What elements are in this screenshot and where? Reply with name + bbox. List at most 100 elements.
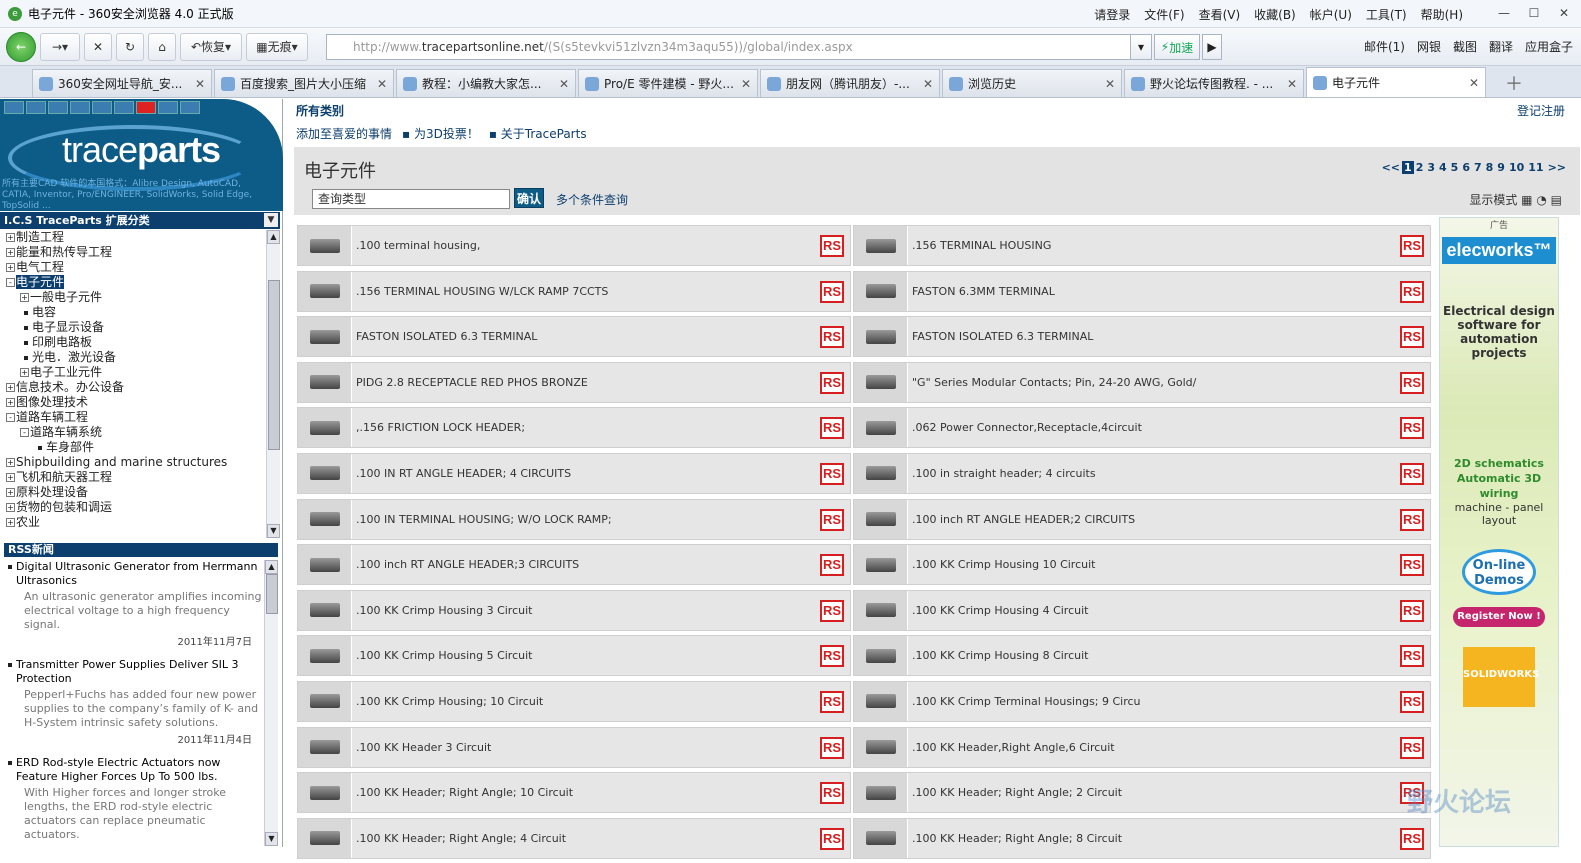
product-name[interactable]: .100 KK Crimp Housing; 10 Circuit [352, 695, 850, 708]
product-card[interactable]: .100 KK Crimp Terminal Housings; 9 Circu… [853, 680, 1431, 722]
tree-item[interactable]: 光电．激光设备 [0, 350, 266, 365]
page-link[interactable]: >> [1546, 161, 1568, 174]
tree-scrollbar[interactable]: ▲ ▼ [266, 230, 280, 538]
product-name[interactable]: .100 KK Crimp Housing 8 Circuit [908, 649, 1430, 662]
product-thumbnail[interactable] [298, 590, 352, 630]
product-name[interactable]: .100 KK Crimp Housing 5 Circuit [352, 649, 850, 662]
expand-icon[interactable]: + [6, 383, 15, 392]
maximize-icon[interactable]: ☐ [1525, 4, 1543, 22]
chevron-down-icon[interactable]: ▼ [264, 213, 278, 227]
browser-tab[interactable]: 野火论坛传图教程. - ... ✕ [1124, 69, 1304, 97]
menu-item[interactable]: 文件(F) [1144, 6, 1184, 23]
toolbar-tool[interactable]: 应用盒子 [1525, 38, 1573, 55]
product-name[interactable]: .100 KK Crimp Terminal Housings; 9 Circu [908, 695, 1430, 708]
rs-logo-icon[interactable]: RS [820, 554, 844, 577]
product-name[interactable]: FASTON ISOLATED 6.3 TERMINAL [352, 330, 850, 343]
collapse-icon[interactable]: - [6, 278, 15, 287]
product-card[interactable]: .100 terminal housing, RS [297, 225, 851, 266]
product-card[interactable]: .100 KK Header; Right Angle; 10 Circuit R… [297, 772, 851, 814]
traceparts-logo[interactable]: traceparts [62, 129, 221, 171]
expand-icon[interactable]: + [20, 293, 29, 302]
rs-logo-icon[interactable]: RS [1400, 736, 1424, 759]
product-name[interactable]: .100 KK Header; Right Angle; 10 Circuit [352, 786, 850, 799]
product-thumbnail[interactable] [854, 362, 908, 402]
product-name[interactable]: .100 KK Crimp Housing 3 Circuit [352, 604, 850, 617]
close-tab-icon[interactable]: ✕ [1105, 77, 1115, 91]
speed-button[interactable]: ⚡ 加速 [1154, 34, 1200, 60]
product-thumbnail[interactable] [298, 226, 352, 265]
rs-logo-icon[interactable]: RS [1400, 554, 1424, 577]
product-card[interactable]: .100 KK Header; Right Angle; 2 Circuit RS [853, 772, 1431, 814]
rss-item-title[interactable]: ERD Rod-style Electric Actuators now Fea… [6, 756, 262, 784]
product-thumbnail[interactable] [298, 271, 352, 311]
product-name[interactable]: .100 inch RT ANGLE HEADER;2 CIRCUITS [908, 513, 1430, 526]
menu-item[interactable]: 帐户(U) [1310, 6, 1352, 23]
tree-item[interactable]: + 能量和热传导工程 [0, 245, 266, 260]
page-link[interactable]: 8 [1484, 161, 1496, 174]
rs-logo-icon[interactable]: RS [820, 736, 844, 759]
tree-item[interactable]: 车身部件 [0, 440, 266, 455]
all-categories-link[interactable]: 所有类别 [296, 104, 344, 118]
rs-logo-icon[interactable]: RS [1400, 645, 1424, 668]
list-view-icon[interactable]: ▤ [1551, 193, 1562, 207]
address-dropdown-icon[interactable]: ▾ [1130, 34, 1152, 60]
product-name[interactable]: .100 KK Header; Right Angle; 2 Circuit [908, 786, 1430, 799]
product-thumbnail[interactable] [298, 727, 352, 767]
online-demos-button[interactable]: On-line Demos [1462, 549, 1536, 595]
tree-item[interactable]: + 电气工程 [0, 260, 266, 275]
page-link[interactable]: 6 [1460, 161, 1472, 174]
stop-icon[interactable]: ✕ [84, 32, 112, 61]
scroll-thumb[interactable] [266, 574, 278, 614]
page-link[interactable]: 10 [1507, 161, 1526, 174]
product-name[interactable]: .156 TERMINAL HOUSING [908, 239, 1430, 252]
rs-logo-icon[interactable]: RS [1400, 599, 1424, 622]
product-card[interactable]: .100 KK Crimp Housing; 10 Circuit RS [297, 680, 851, 722]
scroll-down-icon[interactable]: ▼ [265, 832, 278, 846]
product-thumbnail[interactable] [298, 545, 352, 585]
flag-icon[interactable] [114, 101, 134, 114]
product-card[interactable]: PIDG 2.8 RECEPTACLE RED PHOS BRONZE RS [297, 361, 851, 403]
product-name[interactable]: .100 IN TERMINAL HOUSING; W/O LOCK RAMP; [352, 513, 850, 526]
minimize-icon[interactable]: — [1495, 4, 1513, 22]
flag-icon[interactable] [158, 101, 178, 114]
tree-item[interactable]: + 图像处理技术 [0, 395, 266, 410]
language-flags[interactable] [4, 101, 200, 114]
close-tab-icon[interactable]: ✕ [923, 77, 933, 91]
flag-icon[interactable] [26, 101, 46, 114]
toolbar-tool[interactable]: 截图 [1453, 38, 1477, 55]
flag-icon[interactable] [48, 101, 68, 114]
tree-item[interactable]: - 道路车辆系统 [0, 425, 266, 440]
product-thumbnail[interactable] [854, 727, 908, 767]
product-card[interactable]: .100 KK Header; Right Angle; 8 Circuit RS [853, 817, 1431, 859]
go-icon[interactable]: ▶ [1202, 34, 1222, 60]
product-thumbnail[interactable] [854, 453, 908, 493]
product-card[interactable]: .100 in straight header; 4 circuits RS [853, 452, 1431, 494]
page-link[interactable]: 11 [1526, 161, 1545, 174]
rs-logo-icon[interactable]: RS [820, 645, 844, 668]
rs-logo-icon[interactable]: RS [820, 235, 844, 257]
tree-item[interactable]: + 飞机和航天器工程 [0, 470, 266, 485]
register-now-button[interactable]: Register Now ! [1453, 607, 1545, 627]
toolbar-tool[interactable]: 翻译 [1489, 38, 1513, 55]
sub-link[interactable]: 添加至喜爱的事情 [296, 127, 392, 141]
product-name[interactable]: .062 Power Connector,Receptacle,4circuit [908, 421, 1430, 434]
expand-icon[interactable]: + [6, 488, 15, 497]
rs-logo-icon[interactable]: RS [1400, 462, 1424, 485]
page-link[interactable]: 7 [1472, 161, 1484, 174]
product-card[interactable]: .062 Power Connector,Receptacle,4circuit… [853, 407, 1431, 449]
browser-tab[interactable]: Pro/E 零件建模 - 野火... ✕ [578, 69, 758, 97]
tree-item[interactable]: + 制造工程 [0, 230, 266, 245]
rs-logo-icon[interactable]: RS [820, 827, 844, 850]
page-link[interactable]: 4 [1437, 161, 1449, 174]
page-link[interactable]: 9 [1495, 161, 1507, 174]
product-name[interactable]: .100 terminal housing, [352, 239, 850, 252]
product-name[interactable]: FASTON ISOLATED 6.3 TERMINAL [908, 330, 1430, 343]
address-bar[interactable]: http://www. tracepartsonline.net/(S(s5tev… [326, 34, 1148, 60]
product-card[interactable]: .100 KK Header,Right Angle,6 Circuit RS [853, 726, 1431, 768]
tree-item[interactable]: 电子显示设备 [0, 320, 266, 335]
product-card[interactable]: .100 KK Crimp Housing 8 Circuit RS [853, 635, 1431, 677]
product-card[interactable]: .100 KK Header; Right Angle; 4 Circuit RS [297, 817, 851, 859]
close-tab-icon[interactable]: ✕ [1287, 77, 1297, 91]
product-card[interactable]: .100 inch RT ANGLE HEADER;2 CIRCUITS RS [853, 498, 1431, 540]
browser-tab[interactable]: 浏览历史 ✕ [942, 69, 1122, 97]
